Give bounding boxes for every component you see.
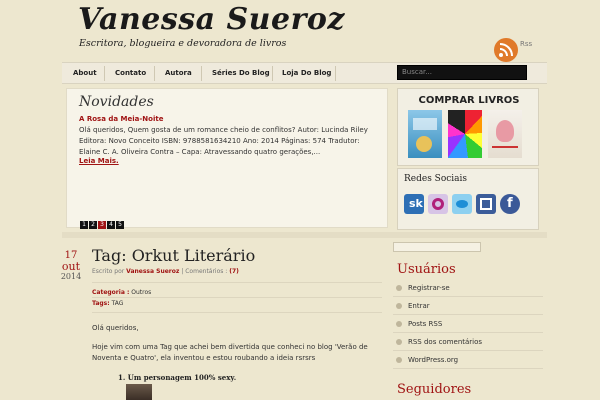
post-divider: [92, 312, 382, 313]
users-heading: Usuários: [397, 262, 456, 277]
followers-heading: Seguidores: [397, 382, 472, 397]
rss-icon: [494, 38, 518, 62]
twitter-icon[interactable]: [452, 194, 472, 214]
nav-item-contato[interactable]: Contato: [115, 69, 146, 77]
site-title[interactable]: Vanessa Sueroz: [78, 2, 345, 37]
sidebar-item-posts-rss[interactable]: Posts RSS: [393, 316, 543, 333]
featured-post-link[interactable]: A Rosa da Meia-Noite: [79, 115, 163, 123]
pager-page-3[interactable]: 3: [98, 221, 106, 229]
bullet-icon: [396, 339, 402, 345]
pager-page-4[interactable]: 4: [107, 221, 115, 229]
featured-excerpt: Olá queridos, Quem gosta de um romance c…: [79, 126, 368, 156]
pager-page-2[interactable]: 2: [89, 221, 97, 229]
post-divider: [92, 297, 382, 298]
orkut-icon[interactable]: [428, 194, 448, 214]
post-body-text: Hoje vim com uma Tag que achei bem diver…: [92, 343, 368, 362]
nav-separator: [154, 66, 155, 81]
featured-heading: Novidades: [79, 94, 154, 110]
post-tags: Tags: TAG: [92, 300, 123, 307]
sidebar-item-login[interactable]: Entrar: [393, 298, 543, 315]
nav-item-about[interactable]: About: [73, 69, 97, 77]
search-input[interactable]: Buscar...: [397, 65, 527, 80]
rss-label: Rss: [520, 40, 533, 48]
nav-item-autora[interactable]: Autora: [165, 69, 192, 77]
nav-item-series[interactable]: Séries Do Blog: [212, 69, 270, 77]
category-label: Categoria :: [92, 289, 130, 296]
book-cover[interactable]: [448, 110, 482, 158]
category-value[interactable]: Outros: [131, 289, 151, 296]
bullet-icon: [396, 321, 402, 327]
sidebar-item-comments-rss[interactable]: RSS dos comentários: [393, 334, 543, 351]
post-author-link[interactable]: Vanessa Sueroz: [126, 268, 179, 275]
book-cover[interactable]: [488, 110, 522, 158]
book-cover[interactable]: [408, 110, 442, 158]
site-description: Escritora, blogueira e devoradora de liv…: [79, 38, 287, 49]
social-title: Redes Sociais: [404, 174, 468, 184]
sidebar-item-register[interactable]: Registrar-se: [393, 280, 543, 297]
post-date-month: out: [61, 260, 81, 273]
pager-page-5[interactable]: 5: [116, 221, 124, 229]
blog-icon[interactable]: [476, 194, 496, 214]
bullet-icon: [396, 285, 402, 291]
post-title[interactable]: Tag: Orkut Literário: [92, 246, 255, 265]
post-category: Categoria : Outros: [92, 289, 151, 296]
nav-separator: [335, 66, 336, 81]
post-meta-prefix: Escrito por: [92, 268, 125, 275]
read-more-link[interactable]: Leia Mais.: [79, 157, 119, 165]
post-meta: Escrito por Vanessa Sueroz | Comentários…: [92, 268, 239, 275]
post-image: [126, 384, 152, 400]
tags-value[interactable]: TAG: [112, 300, 124, 307]
buy-books-widget: COMPRAR LIVROS: [397, 88, 539, 166]
nav-separator: [201, 66, 202, 81]
pager-page-1[interactable]: 1: [80, 221, 88, 229]
sidebar-item-label: WordPress.org: [408, 356, 459, 364]
sidebar-search-input[interactable]: [393, 242, 481, 252]
nav-separator: [104, 66, 105, 81]
post-meta-comments: | Comentários :: [181, 268, 228, 275]
post-greeting: Olá queridos,: [92, 324, 139, 332]
bullet-icon: [396, 357, 402, 363]
rss-link[interactable]: Rss: [492, 36, 542, 64]
nav-item-loja[interactable]: Loja Do Blog: [282, 69, 331, 77]
slider-pager: 12345: [80, 211, 125, 229]
tags-label: Tags:: [92, 300, 110, 307]
post-date-year: 2014: [60, 272, 82, 281]
sidebar-item-wordpress[interactable]: WordPress.org: [393, 352, 543, 369]
post-comment-count[interactable]: (7): [229, 268, 239, 275]
sidebar-item-label: Registrar-se: [408, 284, 450, 292]
skoob-icon[interactable]: sk: [404, 194, 424, 214]
content-divider: [62, 232, 547, 238]
post-list-item: 1. Um personagem 100% sexy.: [118, 373, 237, 382]
bullet-icon: [396, 303, 402, 309]
post-divider: [92, 282, 382, 283]
post-date: 17 out 2014: [56, 250, 86, 281]
sidebar-item-label: RSS dos comentários: [408, 338, 483, 346]
sidebar-item-label: Entrar: [408, 302, 430, 310]
sidebar-item-label: Posts RSS: [408, 320, 443, 328]
social-widget: Redes Sociais sk f: [397, 168, 539, 230]
nav-separator: [272, 66, 273, 81]
facebook-icon[interactable]: f: [500, 194, 520, 214]
buy-books-title: COMPRAR LIVROS: [418, 95, 520, 106]
